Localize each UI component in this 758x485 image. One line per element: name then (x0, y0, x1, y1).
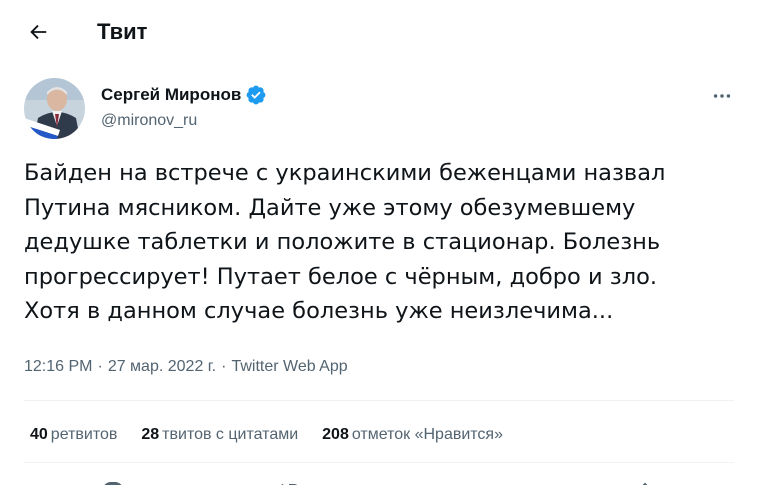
like-button[interactable] (456, 468, 480, 485)
heart-icon (456, 480, 480, 485)
tweet-stats: 40 ретвитов 28 твитов с цитатами 208 отмето… (30, 424, 527, 446)
retweets-count: 40 (30, 426, 48, 443)
tweet-source[interactable]: Twitter Web App (231, 358, 347, 375)
retweet-icon (281, 483, 298, 485)
divider (24, 462, 734, 463)
tweet-date[interactable]: 27 мар. 2022 г. (108, 358, 216, 375)
meta-separator: · (97, 358, 103, 375)
tweet-text-line: Хотя в данном случае болезнь уже неизлеч… (24, 298, 614, 324)
author-display-name[interactable]: Сергей Миронов (101, 84, 241, 106)
reply-icon (104, 482, 122, 485)
tweet-text-line: Байден на встрече с украинскими беженцам… (24, 160, 666, 186)
tweet-page: Твит Сергей Миронов @mironov_ru Байден н… (0, 0, 758, 485)
tweet-time[interactable]: 12:16 PM (24, 358, 92, 375)
quotes-count: 28 (141, 426, 160, 443)
author-handle[interactable]: @mironov_ru (101, 111, 197, 131)
tweet-text-line: дедушке таблетки и положите в стационар.… (24, 229, 661, 255)
avatar-image (24, 78, 85, 139)
quotes-stat[interactable]: 28 твитов с цитатами (141, 424, 298, 446)
likes-count: 208 (322, 426, 349, 443)
meta-separator: · (221, 358, 227, 375)
tweet-text-line: прогрессирует! Путает белое с чёрным, до… (24, 263, 658, 290)
share-icon (642, 482, 648, 485)
page-header: Твит (0, 0, 758, 64)
reply-button[interactable] (101, 468, 125, 485)
share-button[interactable] (633, 468, 657, 485)
more-horizontal-icon (713, 94, 731, 98)
tweet-text: Байден на встрече с украинскими беженцам… (24, 156, 748, 329)
likes-label: отметок «Нравится» (351, 426, 503, 443)
retweet-button[interactable] (278, 468, 302, 485)
tweet-text-line: Путина мясником. Дайте уже этому обезуме… (24, 194, 636, 221)
page-title: Твит (97, 19, 148, 44)
back-button[interactable] (20, 14, 56, 50)
avatar[interactable] (24, 78, 85, 139)
likes-stat[interactable]: 208 отметок «Нравится» (322, 424, 503, 446)
tweet-metadata: 12:16 PM · 27 мар. 2022 г. · Twitter Web App (24, 356, 348, 378)
verified-badge-icon (246, 85, 266, 105)
author-name-row: Сергей Миронов (101, 84, 267, 106)
quotes-label: твитов с цитатами (162, 426, 299, 443)
tweet-action-bar (24, 468, 734, 485)
retweets-label: ретвитов (50, 426, 118, 443)
retweets-stat[interactable]: 40 ретвитов (30, 424, 117, 446)
arrow-left-icon (30, 24, 47, 40)
more-options-button[interactable] (705, 82, 739, 110)
divider (24, 400, 734, 401)
